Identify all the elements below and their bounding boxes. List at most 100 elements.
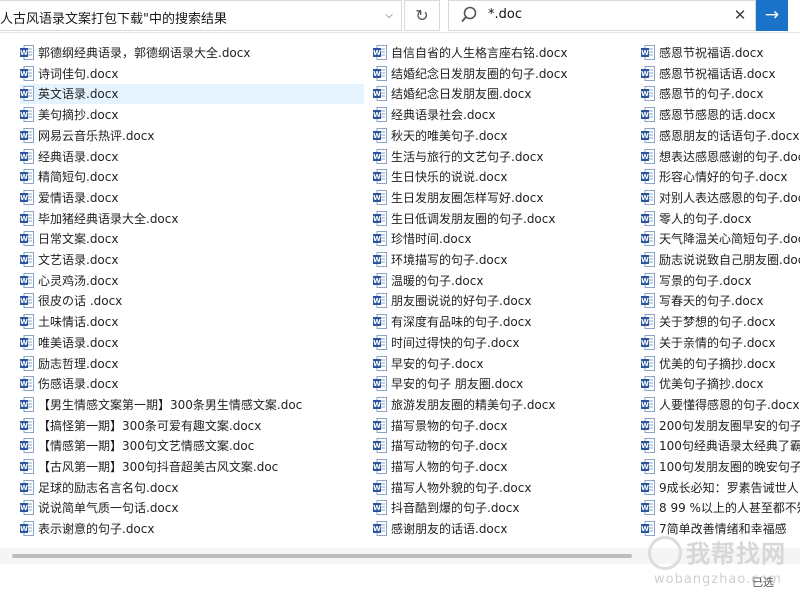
- word-document-icon: W: [20, 210, 34, 226]
- file-item[interactable]: W 说说简单气质一句话.docx: [20, 498, 364, 518]
- file-item[interactable]: W 毕加猪经典语录大全.docx: [20, 209, 364, 229]
- file-item[interactable]: W 文艺语录.docx: [20, 250, 364, 270]
- file-item[interactable]: W 描写人物外貌的句子.docx: [373, 478, 629, 498]
- file-item[interactable]: W 有深度有品味的句子.docx: [373, 312, 629, 332]
- file-item[interactable]: W 【男生情感文案第一期】300条男生情感文案.doc: [20, 395, 364, 415]
- file-name: 经典语录.docx: [38, 149, 119, 164]
- status-fragment: 已选: [752, 576, 774, 589]
- file-item[interactable]: W 抖音酷到爆的句子.docx: [373, 498, 629, 518]
- file-item[interactable]: W 感恩节的句子.docx: [641, 84, 800, 104]
- svg-text:W: W: [641, 525, 649, 533]
- file-item[interactable]: W 100句发朋友圈的晚安句子: [641, 457, 800, 477]
- file-item[interactable]: W 心灵鸡汤.docx: [20, 271, 364, 291]
- file-item[interactable]: W 写春天的句子.docx: [641, 291, 800, 311]
- file-item[interactable]: W 生活与旅行的文艺句子.docx: [373, 147, 629, 167]
- file-name: 描写景物的句子.docx: [391, 418, 508, 433]
- file-item[interactable]: W 珍惜时间.docx: [373, 229, 629, 249]
- file-item[interactable]: W 人要懂得感恩的句子.docx: [641, 395, 800, 415]
- search-go-button[interactable]: →: [756, 0, 788, 31]
- file-item[interactable]: W 经典语录社会.docx: [373, 105, 629, 125]
- file-item[interactable]: W 写景的句子.docx: [641, 271, 800, 291]
- word-document-icon: W: [641, 376, 655, 392]
- word-document-icon: W: [20, 65, 34, 81]
- file-item[interactable]: W 自信自省的人生格言座右铭.docx: [373, 43, 629, 63]
- file-item[interactable]: W 感恩朋友的话语句子.docx: [641, 126, 800, 146]
- svg-text:W: W: [373, 173, 381, 181]
- address-bar[interactable]: 人古风语录文案打包下载"中的搜索结果 ⌵: [0, 0, 402, 31]
- svg-text:W: W: [373, 235, 381, 243]
- file-item[interactable]: W 足球的励志名言名句.docx: [20, 478, 364, 498]
- svg-text:W: W: [373, 49, 381, 57]
- file-item[interactable]: W 旅游发朋友圈的精美句子.docx: [373, 395, 629, 415]
- file-item[interactable]: W 想表达感恩感谢的句子.docx: [641, 147, 800, 167]
- file-item[interactable]: W 经典语录.docx: [20, 147, 364, 167]
- file-item[interactable]: W 优美的句子摘抄.docx: [641, 354, 800, 374]
- file-item[interactable]: W 很皮の话 .docx: [20, 291, 364, 311]
- file-item[interactable]: W 美句摘抄.docx: [20, 105, 364, 125]
- file-item[interactable]: W 8 99 %以上的人甚至都不知: [641, 498, 800, 518]
- file-item[interactable]: W 早安的句子 朋友圈.docx: [373, 374, 629, 394]
- file-item[interactable]: W 诗词佳句.docx: [20, 64, 364, 84]
- file-item[interactable]: W 朋友圈说说的好句子.docx: [373, 291, 629, 311]
- file-item[interactable]: W 温暖的句子.docx: [373, 271, 629, 291]
- file-item[interactable]: W 关于亲情的句子.docx: [641, 333, 800, 353]
- file-item[interactable]: W 唯美语录.docx: [20, 333, 364, 353]
- file-item[interactable]: W 对别人表达感恩的句子.docx: [641, 188, 800, 208]
- file-item[interactable]: W 时间过得快的句子.docx: [373, 333, 629, 353]
- file-item[interactable]: W 感谢朋友的话语.docx: [373, 519, 629, 539]
- word-document-icon: W: [20, 355, 34, 371]
- close-icon[interactable]: ✕: [731, 5, 749, 25]
- refresh-button[interactable]: ↻: [404, 0, 440, 31]
- file-item[interactable]: W 励志说说致自己朋友圈.docx: [641, 250, 800, 270]
- file-item[interactable]: W 表示谢意的句子.docx: [20, 519, 364, 539]
- file-item[interactable]: W 日常文案.docx: [20, 229, 364, 249]
- file-item[interactable]: W 结婚纪念日发朋友圈.docx: [373, 84, 629, 104]
- file-item[interactable]: W 励志哲理.docx: [20, 354, 364, 374]
- file-item[interactable]: W 秋天的唯美句子.docx: [373, 126, 629, 146]
- file-item[interactable]: W 感恩节祝福语.docx: [641, 43, 800, 63]
- file-item[interactable]: W 形容心情好的句子.docx: [641, 167, 800, 187]
- file-item[interactable]: W 精简短句.docx: [20, 167, 364, 187]
- file-item[interactable]: W 伤感语录.docx: [20, 374, 364, 394]
- file-item[interactable]: W 优美句子摘抄.docx: [641, 374, 800, 394]
- file-item[interactable]: W 描写动物的句子.docx: [373, 436, 629, 456]
- file-item[interactable]: W 网易云音乐热评.docx: [20, 126, 364, 146]
- word-document-icon: W: [641, 189, 655, 205]
- file-name: 天气降温关心简短句子.docx: [659, 232, 800, 247]
- word-document-icon: W: [373, 459, 387, 474]
- svg-text:W: W: [641, 132, 649, 140]
- file-item[interactable]: W 生日低调发朋友圈的句子.docx: [373, 209, 629, 229]
- scrollbar-thumb[interactable]: [12, 554, 632, 558]
- word-document-icon: W: [20, 148, 34, 164]
- file-item[interactable]: W 200句发朋友圈早安的句子: [641, 416, 800, 436]
- file-item[interactable]: W 土味情话.docx: [20, 312, 364, 332]
- svg-text:W: W: [373, 422, 381, 430]
- file-item[interactable]: W 早安的句子.docx: [373, 354, 629, 374]
- file-item[interactable]: W 9成长必知：罗素告诫世人: [641, 478, 800, 498]
- file-item[interactable]: W 描写人物的句子.docx: [373, 457, 629, 477]
- file-item[interactable]: W 【搞怪第一期】300条可爱有趣文案.docx: [20, 416, 364, 436]
- file-item[interactable]: W 结婚纪念日发朋友圈的句子.docx: [373, 64, 629, 84]
- file-item[interactable]: W 英文语录.docx: [20, 84, 364, 105]
- file-item[interactable]: W 生日发朋友圈怎样写好.docx: [373, 188, 629, 208]
- file-item[interactable]: W 零人的句子.docx: [641, 209, 800, 229]
- svg-text:W: W: [373, 505, 381, 513]
- svg-text:W: W: [373, 401, 381, 409]
- chevron-down-icon[interactable]: ⌵: [383, 10, 395, 22]
- file-item[interactable]: W 关于梦想的句子.docx: [641, 312, 800, 332]
- file-item[interactable]: W 感恩节感恩的话.docx: [641, 105, 800, 125]
- file-item[interactable]: W 郭德纲经典语录，郭德纲语录大全.docx: [20, 43, 364, 63]
- refresh-icon: ↻: [415, 6, 429, 25]
- file-item[interactable]: W 【古风第一期】300句抖音超美古风文案.doc: [20, 457, 364, 477]
- file-item[interactable]: W 爱情语录.docx: [20, 188, 364, 208]
- search-input[interactable]: *.doc: [488, 7, 522, 22]
- file-item[interactable]: W 描写景物的句子.docx: [373, 416, 629, 436]
- file-item[interactable]: W 环境描写的句子.docx: [373, 250, 629, 270]
- file-item[interactable]: W 感恩节祝福话语.docx: [641, 64, 800, 84]
- file-item[interactable]: W 生日快乐的说说.docx: [373, 167, 629, 187]
- word-document-icon: W: [20, 438, 34, 454]
- file-item[interactable]: W 100句经典语录太经典了霸: [641, 436, 800, 456]
- word-document-icon: W: [373, 148, 387, 164]
- file-item[interactable]: W 天气降温关心简短句子.docx: [641, 229, 800, 249]
- file-item[interactable]: W 【情感第一期】300句文艺情感文案.doc: [20, 436, 364, 456]
